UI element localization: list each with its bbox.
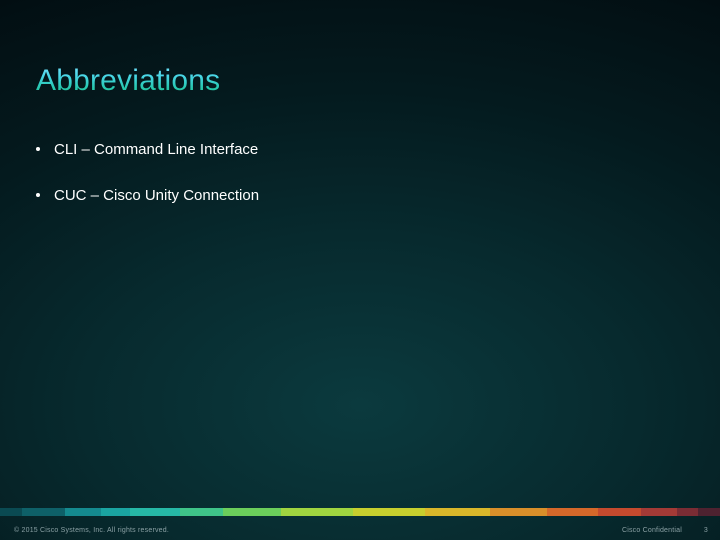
page-number: 3 — [704, 527, 708, 534]
confidential-label: Cisco Confidential — [622, 527, 682, 534]
footer: © 2015 Cisco Systems, Inc. All rights re… — [0, 520, 720, 534]
slide: Abbreviations CLI – Command Line Interfa… — [0, 0, 720, 540]
list-item: CLI – Command Line Interface — [36, 140, 684, 160]
copyright-text: © 2015 Cisco Systems, Inc. All rights re… — [14, 527, 169, 534]
bullet-icon — [36, 147, 40, 151]
bullet-text: CLI – Command Line Interface — [54, 140, 258, 160]
bullet-text: CUC – Cisco Unity Connection — [54, 186, 259, 206]
accent-bar — [0, 508, 720, 516]
list-item: CUC – Cisco Unity Connection — [36, 186, 684, 206]
content-area: CLI – Command Line Interface CUC – Cisco… — [36, 140, 684, 231]
bullet-icon — [36, 193, 40, 197]
page-title: Abbreviations — [36, 64, 220, 98]
